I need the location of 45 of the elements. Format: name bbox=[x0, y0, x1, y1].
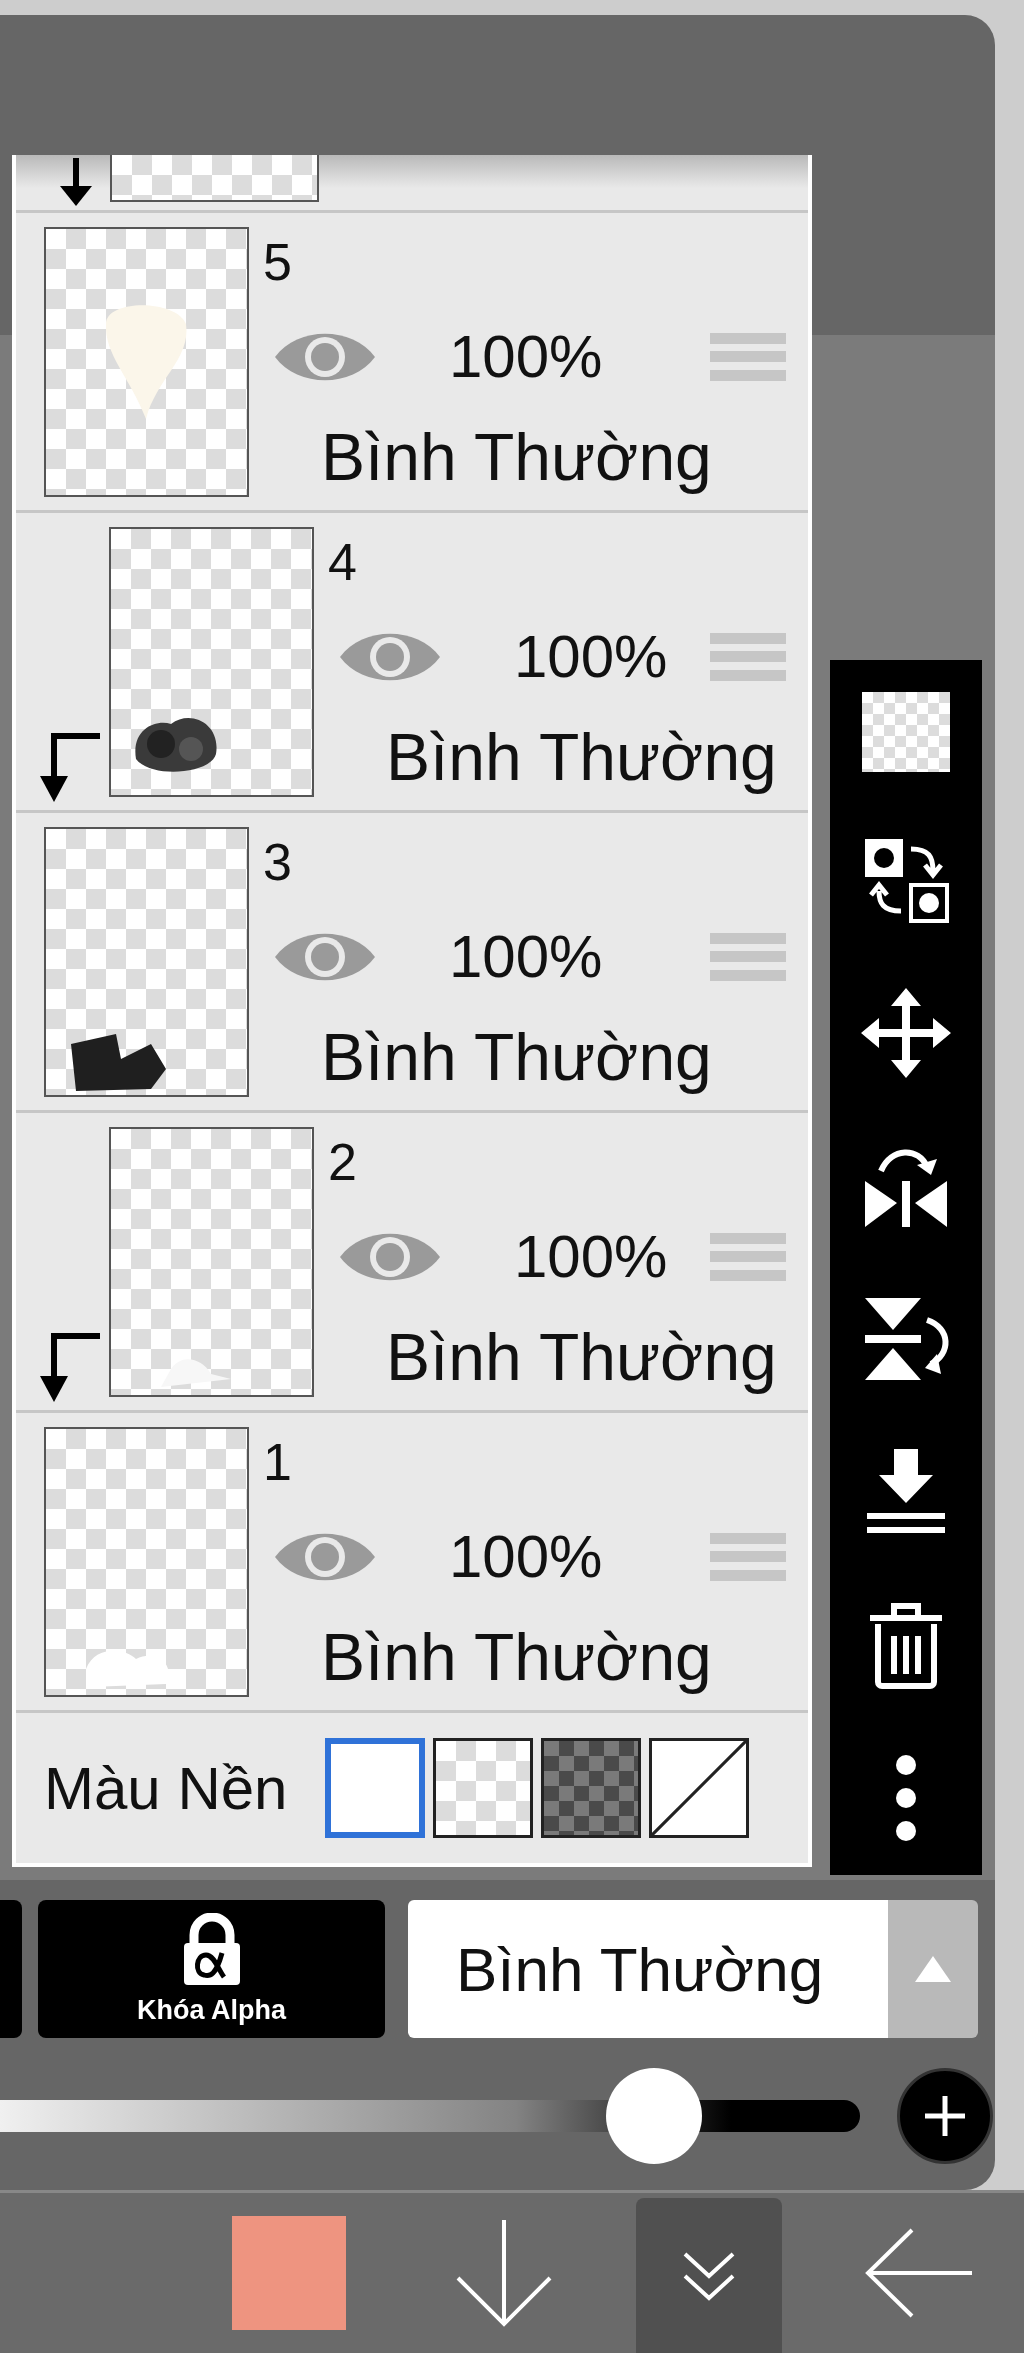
drag-handle-icon[interactable] bbox=[710, 1532, 786, 1581]
layer-thumbnail[interactable] bbox=[109, 526, 314, 797]
layer-number: 5 bbox=[263, 231, 292, 293]
layer-thumbnail[interactable] bbox=[109, 1126, 314, 1397]
layer-blend-mode: Bình Thường bbox=[321, 418, 712, 496]
layer-thumbnail[interactable] bbox=[110, 155, 319, 202]
no-background-option[interactable] bbox=[649, 1738, 750, 1838]
color-swatch[interactable] bbox=[232, 2216, 346, 2330]
drag-handle-icon[interactable] bbox=[710, 932, 786, 981]
layer-thumbnail[interactable] bbox=[44, 226, 249, 497]
alpha-lock-button[interactable]: Khóa Alpha bbox=[38, 1900, 385, 2038]
layer-opacity: 100% bbox=[514, 1222, 668, 1291]
layer-opacity: 100% bbox=[449, 322, 603, 391]
collapse-button[interactable] bbox=[636, 2198, 782, 2353]
layer-blend-mode: Bình Thường bbox=[386, 718, 777, 796]
layer-row[interactable]: 4 100% Bình Thường bbox=[16, 513, 808, 813]
move-icon[interactable] bbox=[861, 987, 951, 1078]
dark-checker-background-option[interactable] bbox=[541, 1738, 642, 1838]
layer-row[interactable]: 2 100% Bình Thường bbox=[16, 1113, 808, 1413]
layer-thumbnail[interactable] bbox=[44, 826, 249, 1097]
solid-background-option[interactable] bbox=[325, 1738, 426, 1838]
back-arrow-icon[interactable] bbox=[864, 2228, 974, 2318]
plus-icon bbox=[923, 2094, 967, 2138]
transparent-background-option[interactable] bbox=[433, 1738, 534, 1838]
layer-thumbnail[interactable] bbox=[44, 1426, 249, 1697]
layer-blend-mode: Bình Thường bbox=[321, 1018, 712, 1096]
drag-handle-icon[interactable] bbox=[710, 632, 786, 681]
drag-handle-icon[interactable] bbox=[710, 1232, 786, 1281]
layer-blend-mode: Bình Thường bbox=[321, 1618, 712, 1696]
opacity-slider[interactable] bbox=[0, 2068, 860, 2164]
layer-opacity: 100% bbox=[449, 922, 603, 991]
layer-number: 2 bbox=[328, 1131, 357, 1193]
layer-number: 3 bbox=[263, 831, 292, 893]
layer-blend-mode: Bình Thường bbox=[386, 1318, 777, 1396]
layer-opacity: 100% bbox=[449, 1522, 603, 1591]
layer-row[interactable]: 3 100% Bình Thường bbox=[16, 813, 808, 1113]
drag-handle-icon[interactable] bbox=[710, 332, 786, 381]
layer-row[interactable]: 5 100% Bình Thường bbox=[16, 213, 808, 513]
down-arrow-icon[interactable] bbox=[454, 2218, 554, 2328]
layer-row[interactable]: 1 100% Bình Thường bbox=[16, 1413, 808, 1713]
layer-number: 1 bbox=[263, 1431, 292, 1493]
layer-opacity: 100% bbox=[514, 622, 668, 691]
caret-up-icon bbox=[913, 1954, 953, 1984]
background-color-label: Màu Nền bbox=[44, 1753, 288, 1823]
layer-number: 4 bbox=[328, 531, 357, 593]
